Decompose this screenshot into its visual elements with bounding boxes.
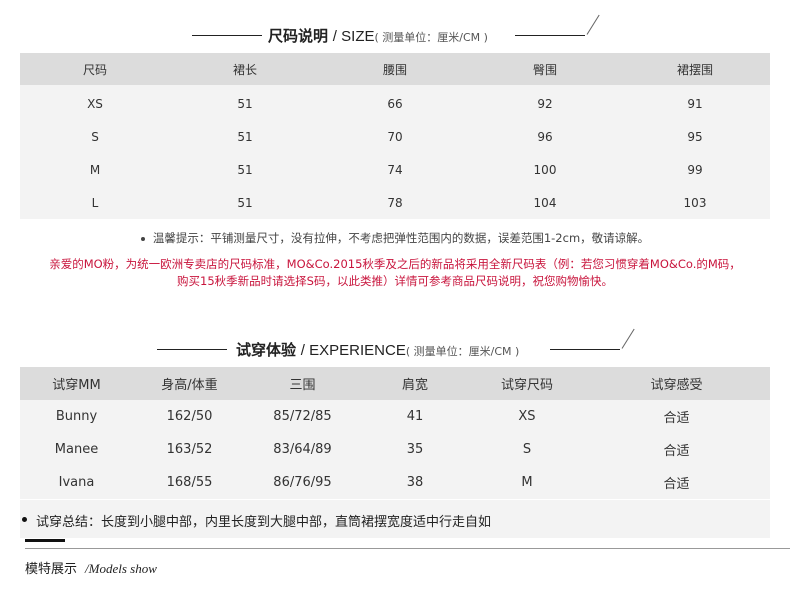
size-tip-text: 温馨提示：平铺测量尺寸，没有拉伸，不考虑把弹性范围内的数据，误差范围1-2cm，… <box>152 231 650 245</box>
title-slash-decoration <box>621 328 635 349</box>
models-accent-rule <box>25 539 65 542</box>
experience-header-feeling: 试穿感受 <box>583 367 770 400</box>
table-row: XS 51 66 92 91 <box>20 85 770 120</box>
table-cell: Manee <box>20 433 133 466</box>
table-cell: 41 <box>359 400 471 433</box>
size-header-hip: 臀围 <box>470 53 620 85</box>
table-cell: 168/55 <box>133 466 246 499</box>
table-row: Manee 163/52 83/64/89 35 S 合适 <box>20 433 770 466</box>
table-cell: 103 <box>620 186 770 219</box>
size-notice-line-1: 亲爱的MO粉，为统一欧洲专卖店的尺码标准，MO&Co.2015秋季及之后的新品将… <box>49 257 741 271</box>
table-cell: 95 <box>620 120 770 153</box>
size-notice: 亲爱的MO粉，为统一欧洲专卖店的尺码标准，MO&Co.2015秋季及之后的新品将… <box>0 256 790 290</box>
size-header-size: 尺码 <box>20 53 170 85</box>
size-title-cn: 尺码说明 <box>268 27 329 45</box>
title-rule-left <box>192 35 262 36</box>
table-cell: M <box>471 466 583 499</box>
experience-header-measurements: 三围 <box>246 367 359 400</box>
size-section-header: 尺码说明 / SIZE( 测量单位：厘米/CM ) <box>0 14 790 50</box>
table-cell: Ivana <box>20 466 133 499</box>
table-cell: 合适 <box>583 433 770 466</box>
size-header-length: 裙长 <box>170 53 320 85</box>
table-cell: 163/52 <box>133 433 246 466</box>
experience-header-model: 试穿MM <box>20 367 133 400</box>
table-cell: 85/72/85 <box>246 400 359 433</box>
size-unit: ( 测量单位：厘米/CM ) <box>374 31 488 44</box>
experience-table: 试穿MM 身高/体重 三围 肩宽 试穿尺码 试穿感受 Bunny 162/50 … <box>20 367 770 499</box>
table-cell: 162/50 <box>133 400 246 433</box>
table-cell: 合适 <box>583 400 770 433</box>
table-cell: 91 <box>620 85 770 120</box>
table-cell: 51 <box>170 186 320 219</box>
experience-section-title: 试穿体验 / EXPERIENCE( 测量单位：厘米/CM ) <box>236 341 520 359</box>
experience-summary-text: 试穿总结：长度到小腿中部，内里长度到大腿中部，直筒裙摆宽度适中行走自如 <box>36 515 492 530</box>
size-header-waist: 腰围 <box>320 53 470 85</box>
size-table: 尺码 裙长 腰围 臀围 裙摆围 XS 51 66 92 91 S 51 70 9… <box>20 53 770 219</box>
experience-title-cn: 试穿体验 <box>236 341 297 359</box>
table-cell: Bunny <box>20 400 133 433</box>
table-cell: S <box>471 433 583 466</box>
table-cell: L <box>20 186 170 219</box>
title-rule-right <box>550 349 620 350</box>
table-cell: 合适 <box>583 466 770 499</box>
models-title-cn: 模特展示 <box>25 562 78 577</box>
title-rule-left <box>157 349 227 350</box>
table-cell: 74 <box>320 153 470 186</box>
table-cell: 35 <box>359 433 471 466</box>
bullet-icon <box>22 517 27 522</box>
table-cell: 51 <box>170 85 320 120</box>
experience-table-header-row: 试穿MM 身高/体重 三围 肩宽 试穿尺码 试穿感受 <box>20 367 770 400</box>
table-row: S 51 70 96 95 <box>20 120 770 153</box>
size-header-hem: 裙摆围 <box>620 53 770 85</box>
table-cell: S <box>20 120 170 153</box>
table-cell: 100 <box>470 153 620 186</box>
title-slash-decoration <box>586 14 600 35</box>
table-row: Bunny 162/50 85/72/85 41 XS 合适 <box>20 400 770 433</box>
size-table-header-row: 尺码 裙长 腰围 臀围 裙摆围 <box>20 53 770 85</box>
table-row: M 51 74 100 99 <box>20 153 770 186</box>
table-cell: 70 <box>320 120 470 153</box>
experience-header-size: 试穿尺码 <box>471 367 583 400</box>
size-title-en: SIZE <box>341 28 375 45</box>
title-rule-right <box>515 35 585 36</box>
table-cell: 51 <box>170 153 320 186</box>
experience-title-en: EXPERIENCE <box>309 342 406 359</box>
experience-summary: 试穿总结：长度到小腿中部，内里长度到大腿中部，直筒裙摆宽度适中行走自如 <box>20 500 770 538</box>
table-cell: 96 <box>470 120 620 153</box>
models-title-en: /Models show <box>85 561 157 576</box>
table-cell: XS <box>20 85 170 120</box>
size-notice-line-2: 购买15秋季新品时请选择S码，以此类推）详情可参考商品尺码说明，祝您购物愉快。 <box>177 274 613 288</box>
size-tip: 温馨提示：平铺测量尺寸，没有拉伸，不考虑把弹性范围内的数据，误差范围1-2cm，… <box>0 230 790 246</box>
experience-header-shoulder: 肩宽 <box>359 367 471 400</box>
experience-section-header: 试穿体验 / EXPERIENCE( 测量单位：厘米/CM ) <box>0 328 790 364</box>
experience-header-height-weight: 身高/体重 <box>133 367 246 400</box>
table-cell: 66 <box>320 85 470 120</box>
table-cell: M <box>20 153 170 186</box>
table-cell: 99 <box>620 153 770 186</box>
experience-unit: ( 测量单位：厘米/CM ) <box>405 345 520 358</box>
models-section-title: 模特展示/Models show <box>25 558 157 577</box>
table-cell: 78 <box>320 186 470 219</box>
table-cell: 92 <box>470 85 620 120</box>
table-cell: 104 <box>470 186 620 219</box>
size-section-title: 尺码说明 / SIZE( 测量单位：厘米/CM ) <box>268 27 488 45</box>
table-cell: 83/64/89 <box>246 433 359 466</box>
models-divider <box>25 548 790 549</box>
table-row: Ivana 168/55 86/76/95 38 M 合适 <box>20 466 770 499</box>
table-cell: 38 <box>359 466 471 499</box>
bullet-icon <box>140 236 145 241</box>
table-cell: XS <box>471 400 583 433</box>
table-row: L 51 78 104 103 <box>20 186 770 219</box>
table-cell: 86/76/95 <box>246 466 359 499</box>
table-cell: 51 <box>170 120 320 153</box>
